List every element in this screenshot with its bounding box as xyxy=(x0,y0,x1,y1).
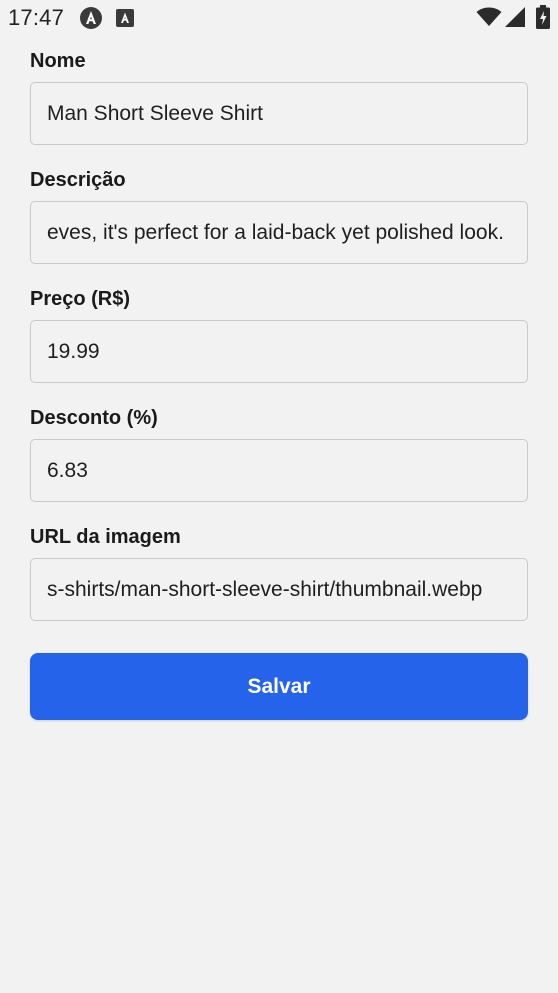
wifi-icon xyxy=(476,7,502,26)
name-field-group: Nome xyxy=(30,48,528,145)
image-url-label: URL da imagem xyxy=(30,526,181,548)
discount-input[interactable] xyxy=(30,439,528,502)
discount-field-group: Desconto (%) xyxy=(30,405,528,502)
battery-charging-icon xyxy=(536,5,550,29)
price-label: Preço (R$) xyxy=(30,288,131,310)
angular-app-icon xyxy=(80,7,102,29)
product-form: Nome Descrição Preço (R$) Desconto (%) U… xyxy=(30,48,528,720)
description-field-group: Descrição xyxy=(30,167,528,264)
name-label: Nome xyxy=(30,50,86,72)
image-url-field-group: URL da imagem xyxy=(30,524,528,621)
image-url-input[interactable] xyxy=(30,558,528,621)
name-input[interactable] xyxy=(30,82,528,145)
description-label: Descrição xyxy=(30,169,126,191)
status-time: 17:47 xyxy=(8,5,65,30)
text-app-icon xyxy=(116,9,134,27)
description-input[interactable] xyxy=(30,201,528,264)
price-input[interactable] xyxy=(30,320,528,383)
discount-label: Desconto (%) xyxy=(30,407,158,429)
price-field-group: Preço (R$) xyxy=(30,286,528,383)
save-button[interactable]: Salvar xyxy=(30,653,528,720)
status-bar: 17:47 xyxy=(0,0,558,36)
signal-icon xyxy=(505,7,525,27)
